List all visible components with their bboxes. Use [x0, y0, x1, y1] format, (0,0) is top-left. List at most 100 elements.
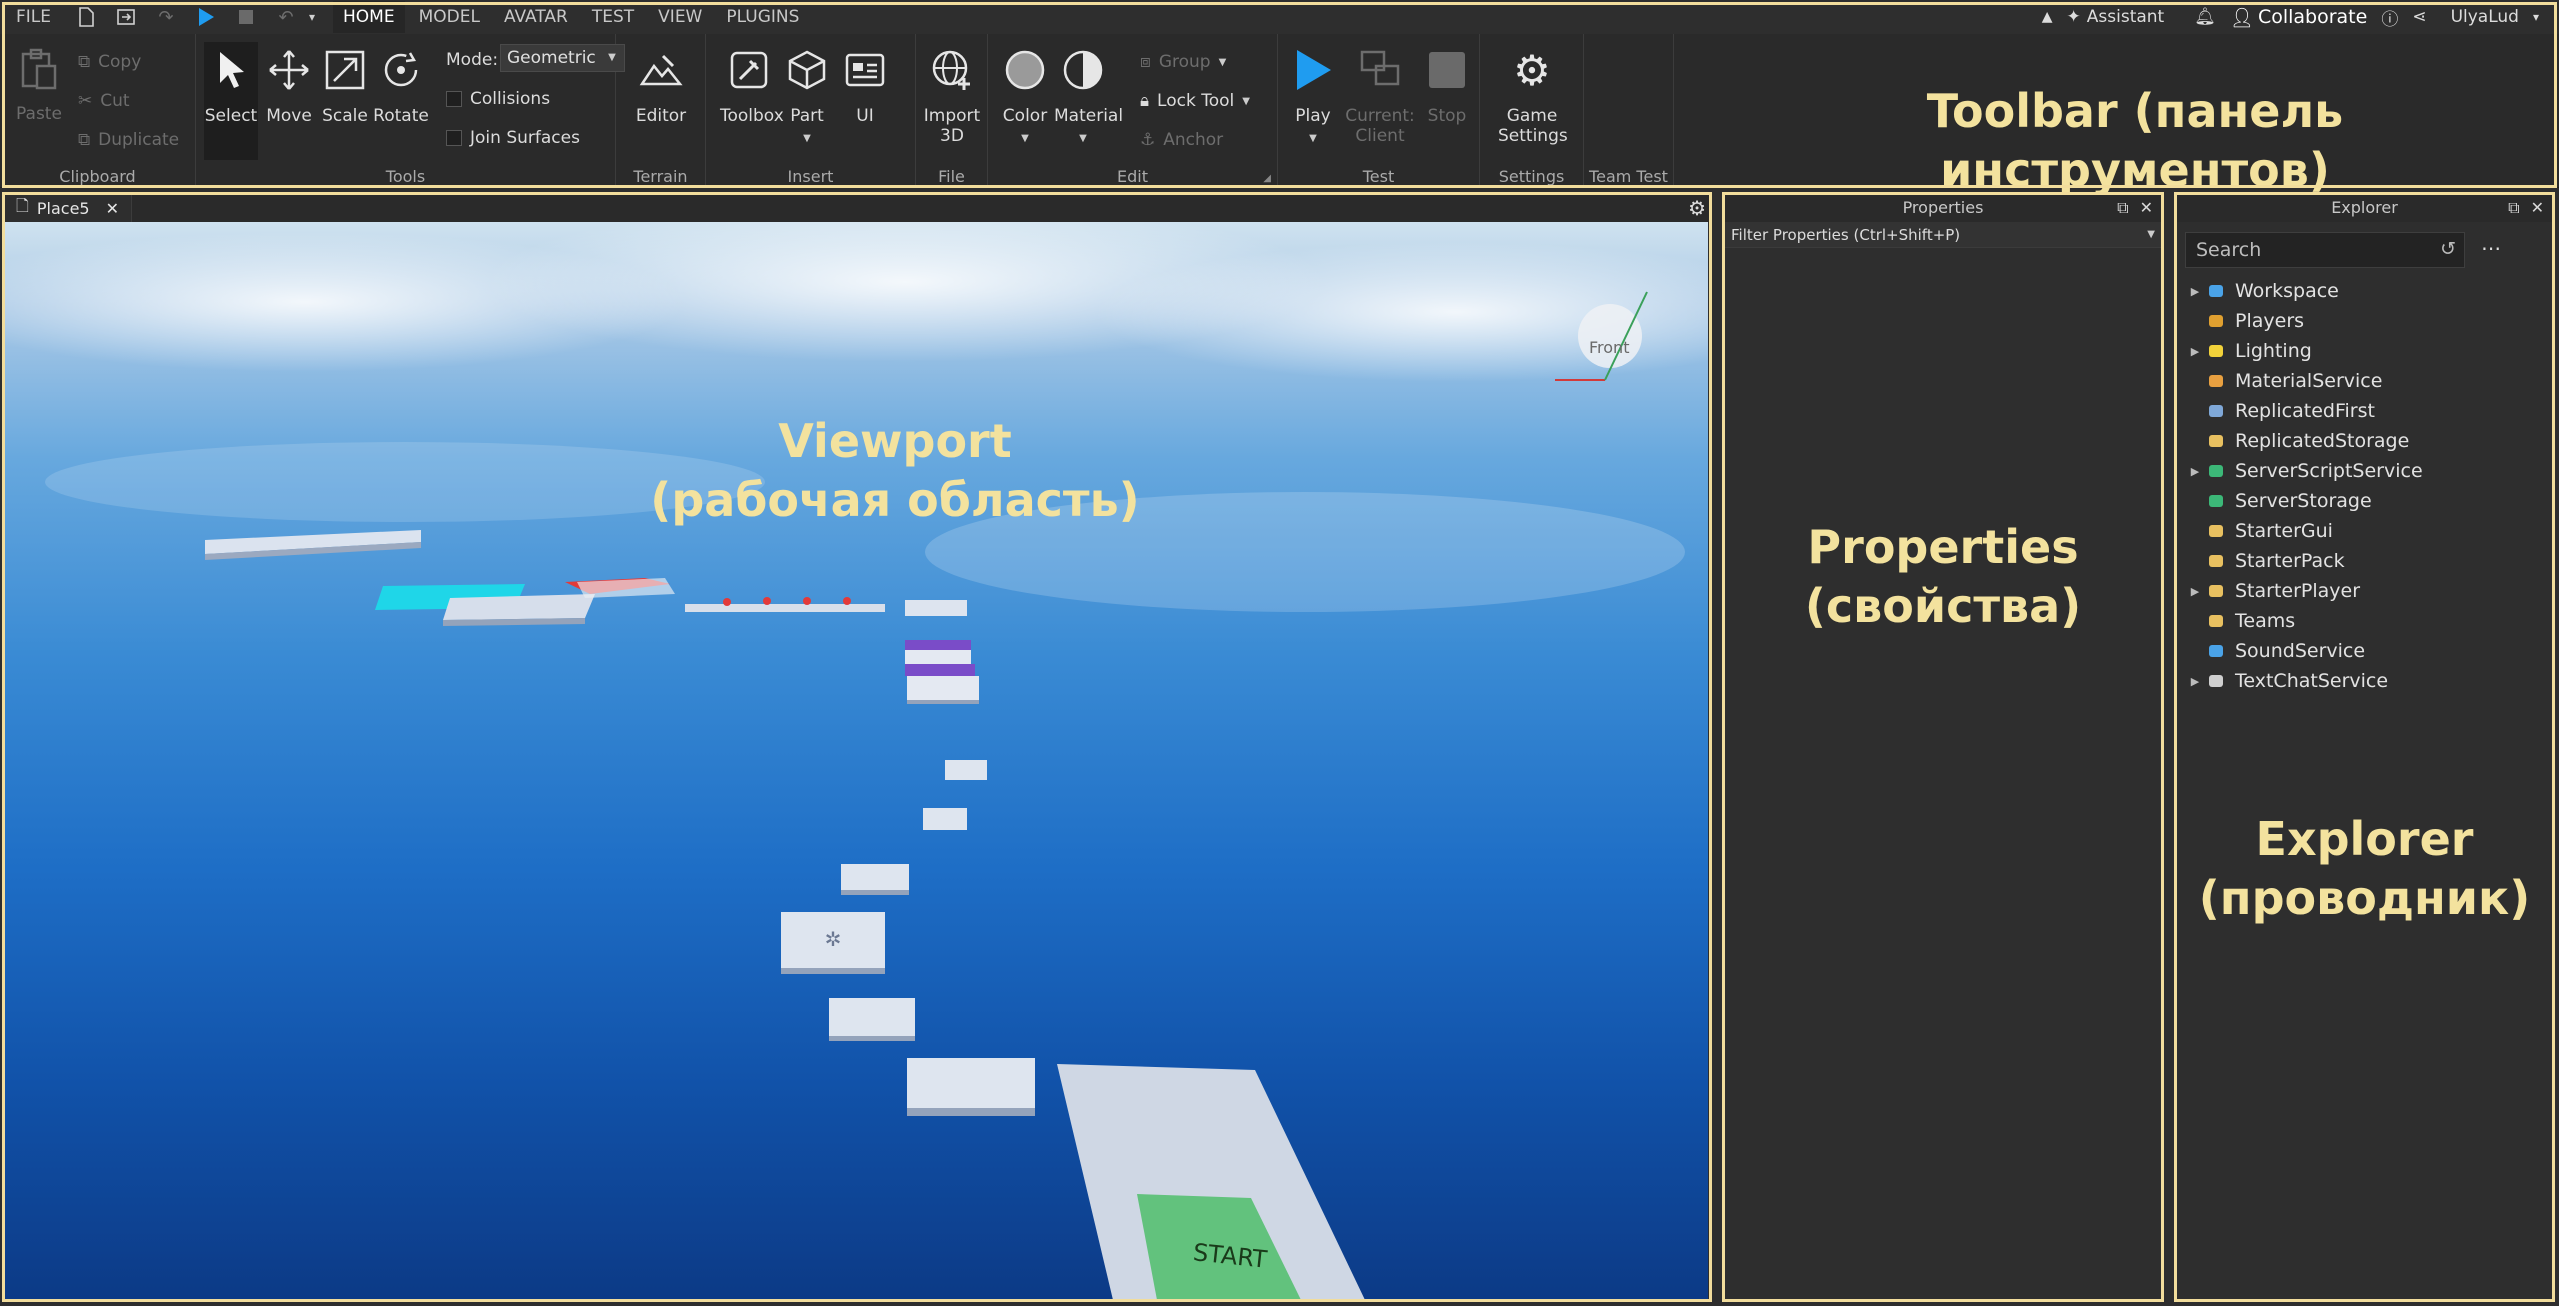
- scale-button[interactable]: Scale: [316, 48, 374, 126]
- file-menu[interactable]: FILE: [16, 7, 51, 27]
- replicated-first-icon: [2205, 400, 2227, 422]
- close-icon[interactable]: ✕: [2531, 198, 2544, 217]
- settings-label: Settings: [1498, 126, 1568, 146]
- collisions-toggle[interactable]: Collisions: [446, 89, 550, 109]
- duplicate-button[interactable]: ⧉ Duplicate: [78, 130, 179, 150]
- expand-arrow-icon[interactable]: ▶: [2185, 285, 2205, 298]
- expand-arrow-icon[interactable]: ▶: [2185, 585, 2205, 598]
- color-dropdown-icon[interactable]: ▼: [1021, 133, 1029, 144]
- tab-view[interactable]: VIEW: [658, 7, 702, 27]
- notification-bell-icon[interactable]: 🔔︎: [2194, 7, 2216, 27]
- mode-select[interactable]: Geometric ▼: [500, 44, 625, 72]
- game-settings-button[interactable]: ⚙ Game Settings: [1498, 46, 1568, 147]
- explorer-item-lighting[interactable]: ▶ Lighting: [2185, 336, 2552, 366]
- edit-expand-icon[interactable]: ◢: [1263, 173, 1271, 184]
- select-button[interactable]: Select: [202, 48, 260, 126]
- undock-icon[interactable]: ⧉: [2117, 198, 2128, 217]
- part-button[interactable]: Part ▼: [778, 48, 836, 146]
- viewport-settings-icon[interactable]: ⚙: [1688, 196, 1706, 220]
- material-button[interactable]: Material ▼: [1054, 48, 1123, 146]
- collapse-ribbon-icon[interactable]: ▲: [2042, 9, 2053, 25]
- stop-button[interactable]: Stop: [1418, 48, 1476, 126]
- platform[interactable]: [205, 530, 421, 560]
- cut-button[interactable]: ✂ Cut: [78, 91, 130, 111]
- redo-icon[interactable]: ↷: [155, 6, 177, 28]
- lock-tool-button[interactable]: 🔒︎ Lock Tool ▼: [1140, 91, 1250, 111]
- explorer-item-replicatedstorage[interactable]: ReplicatedStorage: [2185, 426, 2552, 456]
- tab-model[interactable]: MODEL: [419, 7, 480, 27]
- tab-home[interactable]: HOME: [333, 1, 405, 33]
- play-button[interactable]: Play ▼: [1284, 48, 1342, 146]
- explorer-item-serverstorage[interactable]: ServerStorage: [2185, 486, 2552, 516]
- expand-arrow-icon[interactable]: ▶: [2185, 675, 2205, 688]
- explorer-item-textchatservice[interactable]: ▶ TextChatService: [2185, 666, 2552, 696]
- explorer-item-label: StarterGui: [2235, 520, 2333, 542]
- material-dropdown-icon[interactable]: ▼: [1079, 133, 1087, 144]
- anchor-button[interactable]: ⚓︎ Anchor: [1140, 130, 1223, 150]
- user-dropdown-icon[interactable]: ▾: [2533, 10, 2539, 24]
- import-3d-button[interactable]: Import 3D: [923, 48, 981, 146]
- explorer-item-players[interactable]: Players: [2185, 306, 2552, 336]
- collisions-label: Collisions: [470, 89, 551, 109]
- user-name[interactable]: UlyaLud: [2451, 7, 2519, 27]
- close-icon[interactable]: ✕: [2140, 198, 2153, 217]
- current-client-button[interactable]: Current: Client: [1342, 48, 1418, 146]
- new-file-icon[interactable]: [75, 6, 97, 28]
- help-icon[interactable]: ⓘ: [2381, 5, 2398, 30]
- toolbar-ribbon: Paste ⧉ Copy ✂ Cut ⧉ Duplicate Clipboard Se…: [0, 34, 2559, 197]
- join-surfaces-checkbox[interactable]: [446, 130, 462, 146]
- color-circle-icon: [1003, 48, 1047, 92]
- explorer-item-replicatedfirst[interactable]: ReplicatedFirst: [2185, 396, 2552, 426]
- explorer-search-input[interactable]: Search ↺: [2185, 232, 2465, 268]
- collaborate-button[interactable]: 👤︎ Collaborate: [2230, 6, 2368, 29]
- copy-button[interactable]: ⧉ Copy: [78, 52, 141, 72]
- filter-properties-input[interactable]: Filter Properties (Ctrl+Shift+P) ▼: [1725, 222, 2161, 248]
- terrain-editor-button[interactable]: Editor: [632, 48, 690, 126]
- terrain-icon: [639, 48, 683, 92]
- filter-dropdown-icon[interactable]: ▼: [2147, 222, 2155, 248]
- group-button[interactable]: ⧈ Group ▼: [1140, 52, 1226, 72]
- replicated-storage-icon: [2205, 430, 2227, 452]
- explorer-item-teams[interactable]: Teams: [2185, 606, 2552, 636]
- play-icon[interactable]: [195, 6, 217, 28]
- paste-button[interactable]: Paste: [10, 48, 68, 124]
- undo-icon[interactable]: ↶: [275, 6, 297, 28]
- explorer-item-starterplayer[interactable]: ▶ StarterPlayer: [2185, 576, 2552, 606]
- cube-icon: [785, 48, 829, 92]
- join-surfaces-toggle[interactable]: Join Surfaces: [446, 128, 580, 148]
- quick-access-dropdown-icon[interactable]: ▾: [301, 6, 323, 28]
- explorer-item-workspace[interactable]: ▶ Workspace: [2185, 276, 2552, 306]
- rotate-button[interactable]: Rotate: [372, 48, 430, 126]
- paste-label: Paste: [16, 104, 62, 124]
- tab-avatar[interactable]: AVATAR: [504, 7, 568, 27]
- close-tab-icon[interactable]: ✕: [106, 199, 119, 218]
- place5-tab[interactable]: 🗋︎ Place5 ✕: [4, 194, 132, 222]
- viewport[interactable]: ✲ Front START Viewport (рабочая область): [5, 222, 1708, 1300]
- part-dropdown-icon[interactable]: ▼: [803, 133, 811, 144]
- explorer-item-materialservice[interactable]: MaterialService: [2185, 366, 2552, 396]
- open-file-icon[interactable]: [115, 6, 137, 28]
- explorer-item-serverscriptservice[interactable]: ▶ ServerScriptService: [2185, 456, 2552, 486]
- share-icon[interactable]: ⋖: [2412, 7, 2426, 27]
- play-dropdown-icon[interactable]: ▼: [1309, 133, 1317, 144]
- history-icon[interactable]: ↺: [2440, 238, 2456, 260]
- tab-test[interactable]: TEST: [592, 7, 634, 27]
- collisions-checkbox[interactable]: [446, 91, 462, 107]
- ui-button[interactable]: UI: [836, 48, 894, 126]
- stop-icon[interactable]: [235, 6, 257, 28]
- expand-arrow-icon[interactable]: ▶: [2185, 345, 2205, 358]
- toolbox-button[interactable]: Toolbox: [720, 48, 784, 126]
- edit-group: Color ▼ Material ▼ ⧈ Group ▼ 🔒︎ Lock Tool ▼ …: [988, 34, 1278, 188]
- explorer-item-soundservice[interactable]: SoundService: [2185, 636, 2552, 666]
- undock-icon[interactable]: ⧉: [2508, 198, 2519, 217]
- explorer-item-starterpack[interactable]: StarterPack: [2185, 546, 2552, 576]
- viewport-annotation-line2: (рабочая область): [650, 472, 1140, 527]
- move-button[interactable]: Move: [260, 48, 318, 126]
- current-label: Current:: [1345, 106, 1415, 126]
- more-options-icon[interactable]: ⋯: [2481, 236, 2501, 260]
- tab-plugins[interactable]: PLUGINS: [726, 7, 799, 27]
- expand-arrow-icon[interactable]: ▶: [2185, 465, 2205, 478]
- assistant-button[interactable]: ✦ Assistant: [2067, 7, 2165, 27]
- color-button[interactable]: Color ▼: [996, 48, 1054, 146]
- explorer-item-startergui[interactable]: StarterGui: [2185, 516, 2552, 546]
